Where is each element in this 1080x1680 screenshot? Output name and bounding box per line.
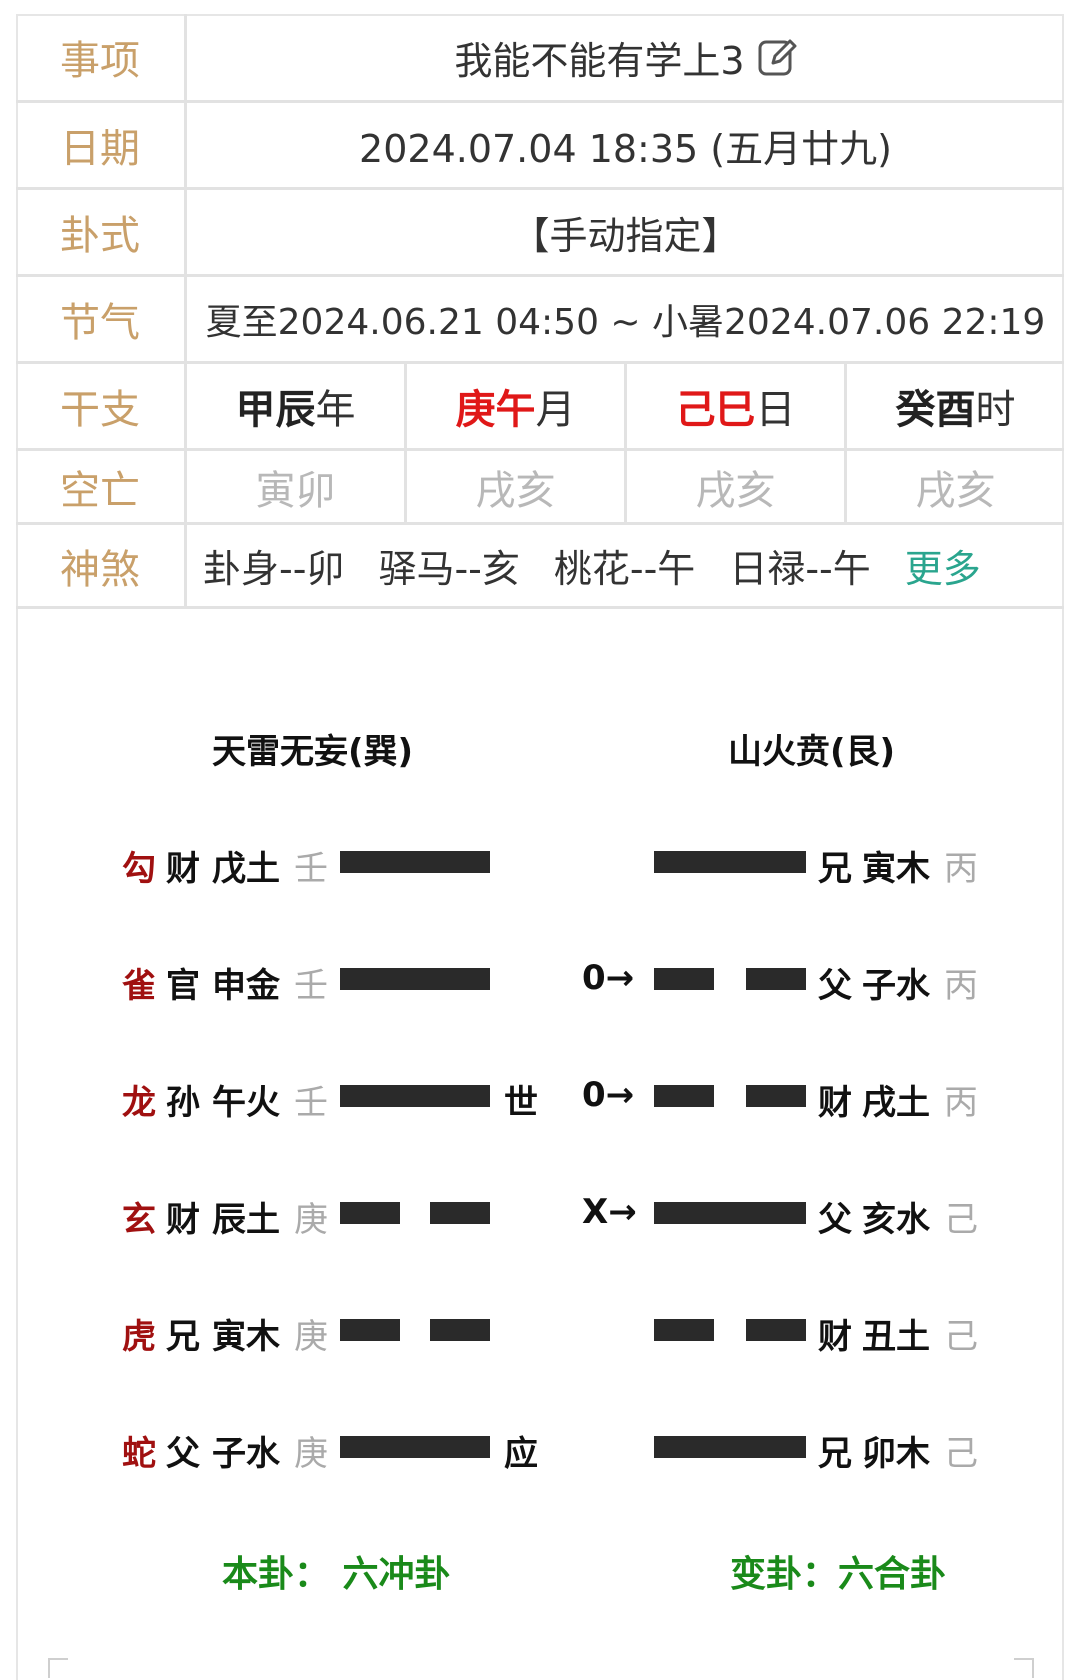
changed-relation: 兄	[818, 849, 852, 889]
yang-bar	[340, 1085, 490, 1107]
branch-element: 申金	[212, 966, 280, 1006]
changed-relation: 父	[818, 1200, 852, 1240]
changed-stem: 己	[944, 1200, 978, 1240]
hexagram-area: 天雷无妄(巽) 山火贲(艮) 勾财戊土壬兄寅木丙雀官申金壬 0→ 父子水丙龙孙午火壬…	[0, 0, 1080, 1680]
changed-branch-element: 丑土	[862, 1317, 930, 1357]
changed-branch-element: 亥水	[862, 1200, 930, 1240]
six-god: 雀	[122, 966, 156, 1006]
changed-yin-bar-left	[654, 968, 714, 990]
changed-stem: 丙	[944, 1083, 978, 1123]
six-god: 虎	[122, 1317, 156, 1357]
changed-yin-bar-left	[654, 1319, 714, 1341]
branch-element: 子水	[212, 1434, 280, 1474]
moving-line-mark: 0→	[582, 1075, 635, 1115]
changed-yin-bar-right	[746, 1319, 806, 1341]
changed-branch-element: 寅木	[862, 849, 930, 889]
stem: 庚	[294, 1317, 328, 1357]
changed-relation: 父	[818, 966, 852, 1006]
changed-yin-bar-left	[654, 1085, 714, 1107]
branch-element: 辰土	[212, 1200, 280, 1240]
shi-ying-mark: 世	[504, 1083, 538, 1123]
stem: 壬	[294, 849, 328, 889]
relation: 父	[166, 1434, 200, 1474]
changed-relation: 财	[818, 1083, 852, 1123]
relation: 财	[166, 1200, 200, 1240]
six-god: 勾	[122, 849, 156, 889]
relation: 官	[166, 966, 200, 1006]
yin-bar-right	[430, 1319, 490, 1341]
changed-branch-element: 子水	[862, 966, 930, 1006]
corner-ornament	[1014, 1658, 1034, 1678]
bian-gua-title: 山火贲(艮)	[728, 732, 896, 772]
yang-bar	[340, 851, 490, 873]
changed-yin-bar-right	[746, 968, 806, 990]
relation: 孙	[166, 1083, 200, 1123]
changed-yin-bar-right	[746, 1085, 806, 1107]
ben-gua-title: 天雷无妄(巽)	[212, 732, 414, 772]
six-god: 玄	[122, 1200, 156, 1240]
corner-ornament	[48, 1658, 68, 1678]
changed-yang-bar	[654, 851, 806, 873]
shi-ying-mark: 应	[504, 1434, 538, 1474]
moving-line-mark: X→	[582, 1192, 637, 1232]
branch-element: 午火	[212, 1083, 280, 1123]
yin-bar-left	[340, 1319, 400, 1341]
relation: 兄	[166, 1317, 200, 1357]
yang-bar	[340, 1436, 490, 1458]
changed-yang-bar	[654, 1436, 806, 1458]
changed-branch-element: 戌土	[862, 1083, 930, 1123]
changed-branch-element: 卯木	[862, 1434, 930, 1474]
changed-stem: 己	[944, 1317, 978, 1357]
changed-yang-bar	[654, 1202, 806, 1224]
changed-relation: 兄	[818, 1434, 852, 1474]
six-god: 龙	[122, 1083, 156, 1123]
relation: 财	[166, 849, 200, 889]
stem: 庚	[294, 1434, 328, 1474]
yin-bar-left	[340, 1202, 400, 1224]
bian-gua-type: 变卦：六合卦	[730, 1554, 947, 1595]
branch-element: 戊土	[212, 849, 280, 889]
moving-line-mark: 0→	[582, 958, 635, 998]
stem: 壬	[294, 966, 328, 1006]
stem: 庚	[294, 1200, 328, 1240]
changed-relation: 财	[818, 1317, 852, 1357]
branch-element: 寅木	[212, 1317, 280, 1357]
changed-stem: 己	[944, 1434, 978, 1474]
ben-gua-type: 本卦： 六冲卦	[222, 1554, 451, 1595]
changed-stem: 丙	[944, 849, 978, 889]
yin-bar-right	[430, 1202, 490, 1224]
six-god: 蛇	[122, 1434, 156, 1474]
changed-stem: 丙	[944, 966, 978, 1006]
yang-bar	[340, 968, 490, 990]
stem: 壬	[294, 1083, 328, 1123]
